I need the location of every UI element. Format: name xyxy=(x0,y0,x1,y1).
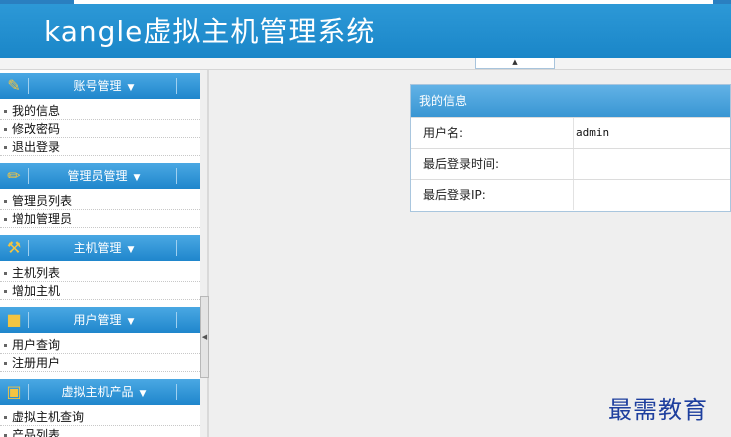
chevron-down-icon: ▼ xyxy=(127,245,135,255)
sidebar-item-add-host[interactable]: 增加主机 xyxy=(0,282,200,300)
info-row-last-login-ip: 最后登录IP: xyxy=(411,179,730,210)
info-key: 用户名: xyxy=(423,126,464,140)
sidebar-section-label: 用户管理 xyxy=(73,313,122,327)
chevron-down-icon: ▼ xyxy=(127,83,135,93)
sidebar-item-my-info[interactable]: 我的信息 xyxy=(0,102,200,120)
sidebar-item-register-user[interactable]: 注册用户 xyxy=(0,354,200,372)
watermark: 最需教育 xyxy=(608,396,708,424)
chevron-down-icon: ▼ xyxy=(139,389,147,399)
sidebar-item-admin-list[interactable]: 管理员列表 xyxy=(0,192,200,210)
sidebar-section-account[interactable]: ✎ 账号管理 ▼ xyxy=(0,73,200,99)
sidebar-toggle-button[interactable]: ◀ xyxy=(200,296,209,378)
info-value xyxy=(573,149,731,179)
sidebar-item-logout[interactable]: 退出登录 xyxy=(0,138,200,156)
sidebar-item-vhost-query[interactable]: 虚拟主机查询 xyxy=(0,408,200,426)
sidebar-item-host-list[interactable]: 主机列表 xyxy=(0,264,200,282)
ticket-icon: ✎ xyxy=(7,76,21,95)
sidebar-divider xyxy=(207,70,209,437)
sidebar-section-vhost-product[interactable]: ▣ 虚拟主机产品 ▼ xyxy=(0,379,200,405)
info-row-last-login-time: 最后登录时间: xyxy=(411,148,730,179)
sidebar-section-host[interactable]: ⚒ 主机管理 ▼ xyxy=(0,235,200,261)
edit-icon: ✏ xyxy=(7,166,21,185)
triangle-up-icon: ▲ xyxy=(512,58,518,66)
sidebar-section-label: 主机管理 xyxy=(73,241,122,255)
info-key: 最后登录时间: xyxy=(423,157,500,171)
sidebar: ✎ 账号管理 ▼ 我的信息 修改密码 退出登录 ✏ 管理员管理 ▼ 管理员列表 增加… xyxy=(0,70,200,437)
sidebar-section-user[interactable]: ■ 用户管理 ▼ xyxy=(0,307,200,333)
triangle-left-icon: ◀ xyxy=(201,333,208,341)
sidebar-section-admin[interactable]: ✏ 管理员管理 ▼ xyxy=(0,163,200,189)
monitor-icon: ▣ xyxy=(6,382,22,401)
sidebar-section-label: 虚拟主机产品 xyxy=(61,385,134,399)
info-value: admin xyxy=(573,118,731,148)
app-title: kangle虚拟主机管理系统 xyxy=(44,15,376,48)
chevron-down-icon: ▼ xyxy=(133,173,141,183)
sidebar-section-label: 管理员管理 xyxy=(67,169,128,183)
panel-title: 我的信息 xyxy=(411,85,730,117)
sidebar-item-product-list[interactable]: 产品列表 xyxy=(0,426,200,437)
header-subbar xyxy=(0,58,731,70)
top-strip xyxy=(0,0,731,4)
chevron-down-icon: ▼ xyxy=(127,317,135,327)
sidebar-item-add-admin[interactable]: 增加管理员 xyxy=(0,210,200,228)
header-bar: kangle虚拟主机管理系统 xyxy=(0,0,731,58)
info-key: 最后登录IP: xyxy=(423,188,486,202)
collapse-header-button[interactable]: ▲ xyxy=(475,58,555,69)
sidebar-item-change-password[interactable]: 修改密码 xyxy=(0,120,200,138)
sidebar-item-user-query[interactable]: 用户查询 xyxy=(0,336,200,354)
info-value xyxy=(573,180,731,210)
sidebar-section-label: 账号管理 xyxy=(73,79,122,93)
folder-icon: ■ xyxy=(6,310,22,329)
my-info-panel: 我的信息 用户名: admin 最后登录时间: 最后登录IP: xyxy=(410,84,731,212)
tools-icon: ⚒ xyxy=(6,238,22,257)
info-row-username: 用户名: admin xyxy=(411,117,730,148)
